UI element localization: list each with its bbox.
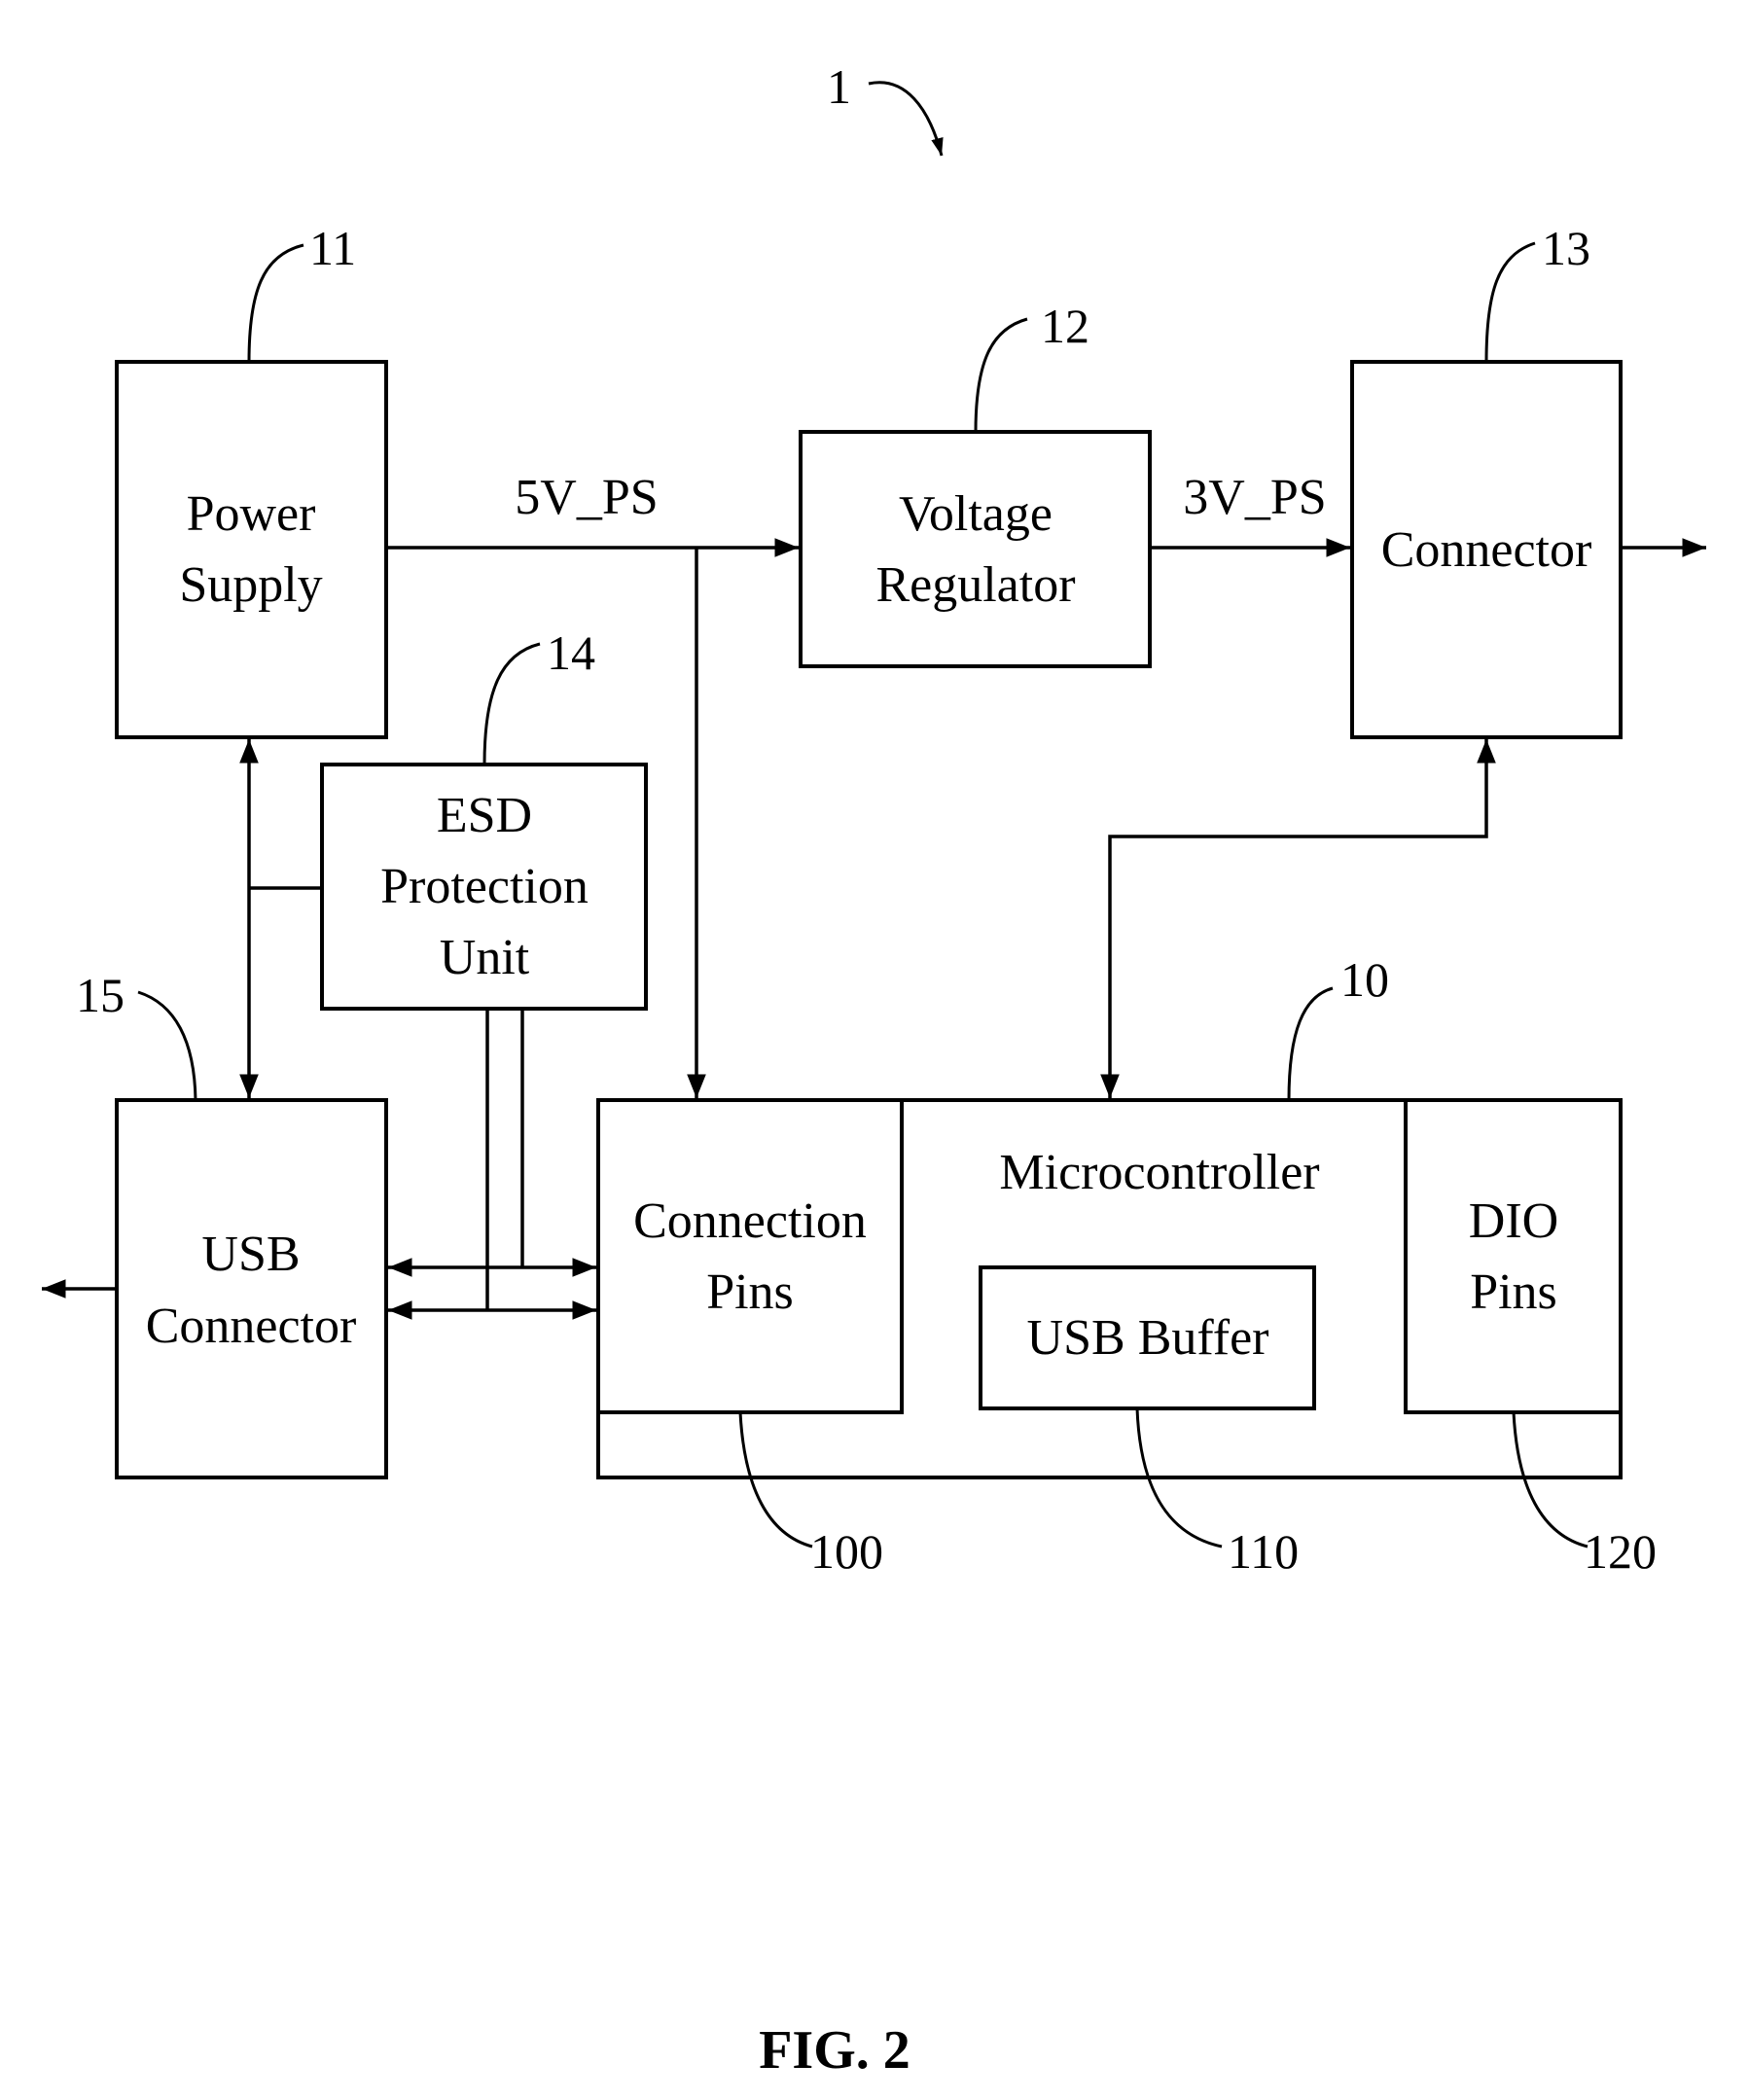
wire-connector-microcontroller xyxy=(1100,739,1496,1098)
signal-5v-label: 5V_PS xyxy=(515,470,658,525)
power-supply-ref: 11 xyxy=(309,221,356,275)
voltage-regulator-label-line1: Voltage xyxy=(899,486,1053,542)
usb-buffer-block: USB Buffer xyxy=(979,1265,1316,1410)
connection-pins-ref: 100 xyxy=(810,1524,883,1579)
esd-label-line1: ESD xyxy=(437,788,532,843)
power-supply-ref-leader xyxy=(247,243,304,363)
esd-ref: 14 xyxy=(547,625,595,680)
connection-pins-label-line1: Connection xyxy=(633,1193,867,1249)
voltage-regulator-label-line2: Regulator xyxy=(875,557,1075,613)
dio-pins-label-line1: DIO xyxy=(1469,1193,1558,1249)
system-ref-arrow xyxy=(868,81,944,157)
voltage-regulator-block: Voltage Regulator xyxy=(799,430,1152,668)
usb-buffer-label: USB Buffer xyxy=(1027,1310,1269,1366)
connector-ref: 13 xyxy=(1542,221,1590,275)
dio-pins-block: DIO Pins xyxy=(1404,1098,1623,1414)
esd-ref-leader xyxy=(482,642,541,765)
usb-connector-ref: 15 xyxy=(76,968,125,1022)
microcontroller-label: Microcontroller xyxy=(999,1145,1319,1200)
signal-3v-label: 3V_PS xyxy=(1183,470,1326,525)
dio-pins-label-line2: Pins xyxy=(1470,1264,1557,1320)
connector-label: Connector xyxy=(1381,522,1592,578)
voltage-regulator-ref: 12 xyxy=(1041,299,1089,353)
microcontroller-ref: 10 xyxy=(1340,952,1389,1007)
usb-connector-block: USB Connector xyxy=(115,1098,388,1479)
usb-connector-label-line1: USB xyxy=(201,1227,300,1282)
esd-protection-block: ESD Protection Unit xyxy=(320,763,648,1011)
esd-label-line2: Protection xyxy=(380,859,589,914)
power-supply-block: Power Supply xyxy=(115,360,388,739)
usb-connector-ref-leader xyxy=(137,990,197,1101)
connector-ref-leader xyxy=(1484,241,1536,363)
connector-block: Connector xyxy=(1350,360,1623,739)
system-ref-label: 1 xyxy=(827,59,851,114)
usb-buffer-ref: 110 xyxy=(1228,1524,1299,1579)
voltage-regulator-ref-leader xyxy=(974,317,1028,433)
power-supply-label-line2: Supply xyxy=(179,557,322,613)
connection-pins-block: Connection Pins xyxy=(596,1098,904,1414)
usb-connector-label-line2: Connector xyxy=(146,1299,357,1354)
microcontroller-ref-leader xyxy=(1287,986,1334,1101)
connection-pins-label-line2: Pins xyxy=(706,1264,794,1320)
esd-label-line3: Unit xyxy=(440,930,530,985)
power-supply-label-line1: Power xyxy=(187,486,316,542)
dio-pins-ref: 120 xyxy=(1584,1524,1657,1579)
microcontroller-block: Microcontroller Connection Pins USB Buff… xyxy=(596,1098,1623,1479)
figure-caption: FIG. 2 xyxy=(759,2020,910,2081)
block-diagram: 1 Power Supply 11 5V_PS Voltage Regulato… xyxy=(42,59,1706,2081)
